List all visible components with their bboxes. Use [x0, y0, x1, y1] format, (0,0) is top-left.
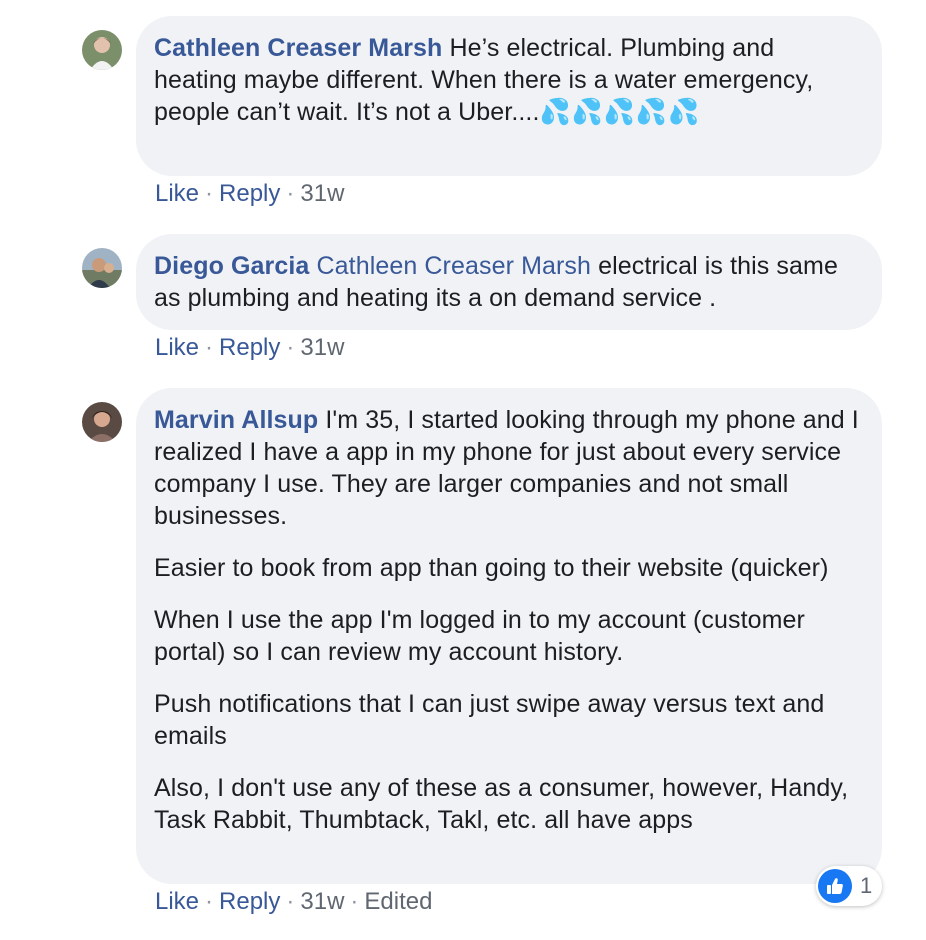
like-link[interactable]: Like — [155, 888, 199, 915]
comment-timestamp[interactable]: 31w — [300, 334, 344, 361]
comment-bubble: Cathleen Creaser Marsh He’s electrical. … — [136, 16, 882, 176]
comment-paragraph: When I use the app I'm logged in to my a… — [154, 606, 805, 666]
comment-bubble: Marvin Allsup I'm 35, I started looking … — [136, 388, 882, 884]
thumbs-up-icon — [818, 869, 852, 903]
like-link[interactable]: Like — [155, 334, 199, 361]
reply-link[interactable]: Reply — [219, 180, 280, 207]
comment-author[interactable]: Cathleen Creaser Marsh — [154, 34, 442, 62]
comment-bubble: Diego Garcia Cathleen Creaser Marsh elec… — [136, 234, 882, 330]
separator-dot: · — [205, 888, 214, 915]
mention-link[interactable]: Cathleen Creaser Marsh — [316, 252, 591, 280]
reaction-count: 1 — [860, 873, 873, 898]
separator-dot: · — [350, 888, 359, 915]
comment-paragraph: Marvin Allsup I'm 35, I started looking … — [154, 404, 864, 532]
avatar[interactable] — [82, 30, 122, 70]
edited-label[interactable]: Edited — [364, 888, 432, 915]
reply-link[interactable]: Reply — [219, 888, 280, 915]
comment-actions: Like · Reply · 31w · Edited — [155, 887, 432, 917]
comment-actions: Like · Reply · 31w — [155, 179, 344, 209]
reaction-summary[interactable]: 1 — [816, 866, 883, 906]
comment-thread: Cathleen Creaser Marsh He’s electrical. … — [0, 0, 926, 940]
comment-timestamp[interactable]: 31w — [300, 888, 344, 915]
comment-actions: Like · Reply · 31w — [155, 333, 344, 363]
separator-dot: · — [286, 334, 295, 361]
separator-dot: · — [286, 888, 295, 915]
reply-link[interactable]: Reply — [219, 334, 280, 361]
separator-dot: · — [205, 334, 214, 361]
separator-dot: · — [286, 180, 295, 207]
comment-author[interactable]: Marvin Allsup — [154, 406, 318, 434]
comment-paragraph: Easier to book from app than going to th… — [154, 554, 829, 582]
avatar[interactable] — [82, 248, 122, 288]
like-link[interactable]: Like — [155, 180, 199, 207]
avatar[interactable] — [82, 402, 122, 442]
separator-dot: · — [205, 180, 214, 207]
comment-timestamp[interactable]: 31w — [300, 180, 344, 207]
comment-paragraph: Also, I don't use any of these as a cons… — [154, 774, 849, 834]
comment-paragraph: Push notifications that I can just swipe… — [154, 690, 825, 750]
comment-author[interactable]: Diego Garcia — [154, 252, 309, 280]
sweat-droplets-emoji: 💦💦💦💦💦 — [539, 98, 701, 126]
